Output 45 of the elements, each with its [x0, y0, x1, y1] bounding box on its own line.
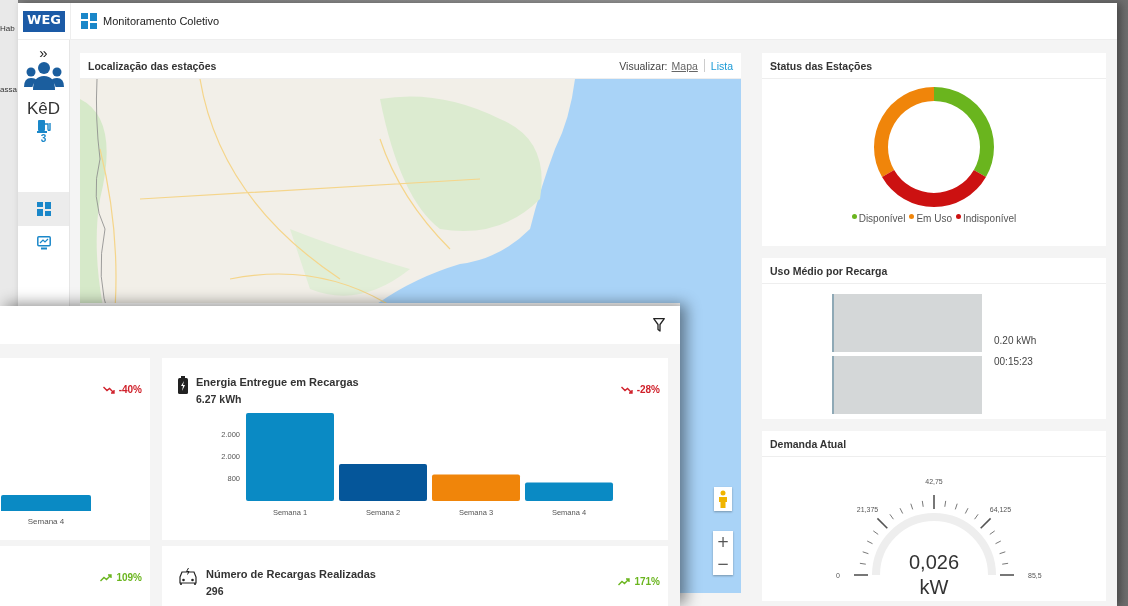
window-text: Hab: [0, 24, 15, 33]
trend-value: 171%: [618, 576, 660, 587]
trend-down-icon: [620, 385, 633, 394]
charger-icon: [36, 119, 51, 133]
car-icon: [178, 568, 198, 586]
monitor-icon: [36, 236, 51, 250]
legend-label: Indisponível: [962, 213, 1017, 224]
usage-value: 0.20 kWh: [994, 335, 1037, 348]
usage-value: 00:15:23: [994, 356, 1033, 369]
expand-button[interactable]: »: [39, 44, 48, 61]
card-title: Demanda Atual: [770, 437, 847, 450]
gauge-unit: kW: [919, 576, 949, 598]
brand-logo: WEG: [23, 10, 65, 32]
trend-down-icon: [102, 385, 115, 394]
station-count: 3: [40, 133, 47, 144]
card-title: Número de Recargas Realizadas: [206, 568, 377, 580]
card-value: 296: [206, 585, 225, 597]
page-title: Monitoramento Coletivo: [103, 15, 220, 27]
battery-icon: [178, 376, 188, 394]
legend-label: Disponível: [858, 213, 906, 224]
card-title: Energia Entregue em Recargas: [196, 376, 360, 388]
trend-up-icon: [618, 577, 631, 586]
card-title: Uso Médio por Recarga: [770, 264, 888, 277]
card-title: Localização das estações: [88, 59, 217, 72]
nav-item[interactable]: [18, 192, 69, 226]
trend-value: -40%: [102, 384, 142, 395]
card-title: Status das Estações: [770, 59, 873, 72]
trend-up-icon: [100, 573, 113, 582]
users-icon: [23, 61, 64, 91]
dashboard-icon: [36, 202, 51, 216]
card-value: 6.27 kWh: [196, 393, 243, 405]
gauge-value: 0,026: [908, 551, 960, 573]
view-link[interactable]: Mapa: [671, 59, 698, 72]
zoom-out-button[interactable]: −: [713, 553, 733, 575]
axis-label: Semana 4: [27, 517, 65, 526]
window-text: assa: [0, 85, 17, 94]
group-name: KêD: [26, 99, 61, 119]
legend-label: Em Uso: [916, 213, 952, 224]
grid-icon: [81, 13, 97, 29]
view-label: Visualizar:: [619, 59, 668, 72]
person-icon: [718, 490, 728, 508]
zoom-in-button[interactable]: +: [713, 531, 733, 553]
filter-icon[interactable]: [653, 318, 665, 332]
trend-value: -28%: [620, 384, 660, 395]
trend-value: 109%: [100, 572, 142, 583]
